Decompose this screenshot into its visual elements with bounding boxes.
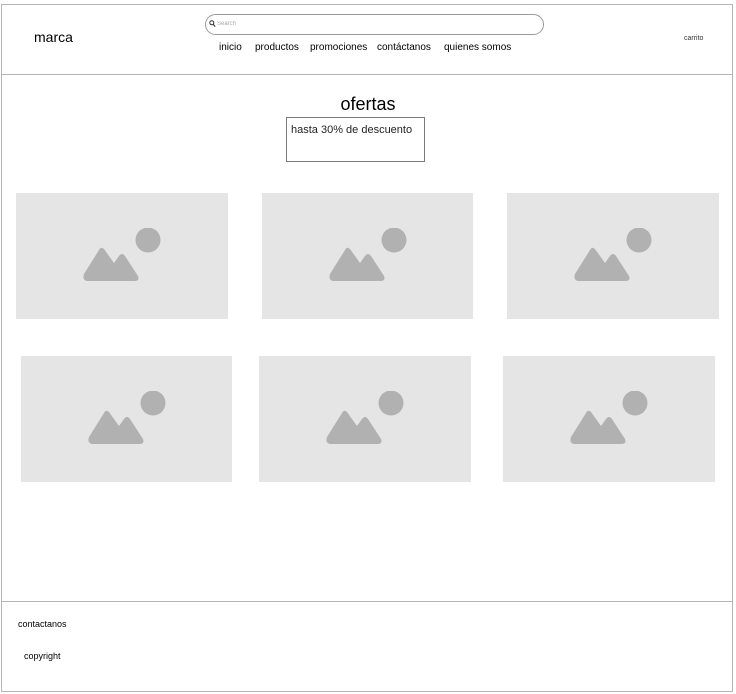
image-placeholder-icon [87, 391, 165, 444]
image-placeholder-icon [328, 228, 406, 281]
search-bar[interactable] [205, 14, 544, 35]
nav-contactanos[interactable]: contáctanos [377, 42, 431, 53]
image-placeholder-icon [574, 228, 652, 281]
footer [1, 601, 733, 692]
offers-title: ofertas [340, 94, 396, 114]
nav-promociones[interactable]: promociones [310, 42, 367, 53]
image-placeholder-icon [570, 391, 648, 444]
footer-contact-link[interactable]: contactanos [18, 619, 67, 629]
product-image-2[interactable] [262, 193, 473, 319]
cart-link[interactable]: carrito [684, 35, 703, 42]
nav-inicio[interactable]: inicio [219, 42, 242, 53]
nav-productos[interactable]: productos [255, 42, 299, 53]
product-image-5[interactable] [259, 356, 471, 482]
product-image-4[interactable] [21, 356, 232, 482]
discount-text: hasta 30% de descuento [291, 124, 413, 136]
product-image-3[interactable] [507, 193, 719, 319]
nav-quienes-somos[interactable]: quienes somos [444, 42, 511, 53]
product-image-1[interactable] [16, 193, 228, 319]
image-placeholder-icon [83, 228, 161, 281]
brand-logo[interactable]: marca [34, 29, 73, 45]
footer-copyright: copyright [24, 651, 61, 661]
product-image-6[interactable] [503, 356, 715, 482]
search-input[interactable] [217, 17, 527, 31]
discount-banner[interactable]: hasta 30% de descuento [286, 117, 425, 162]
search-icon [209, 20, 216, 27]
image-placeholder-icon [326, 391, 404, 444]
